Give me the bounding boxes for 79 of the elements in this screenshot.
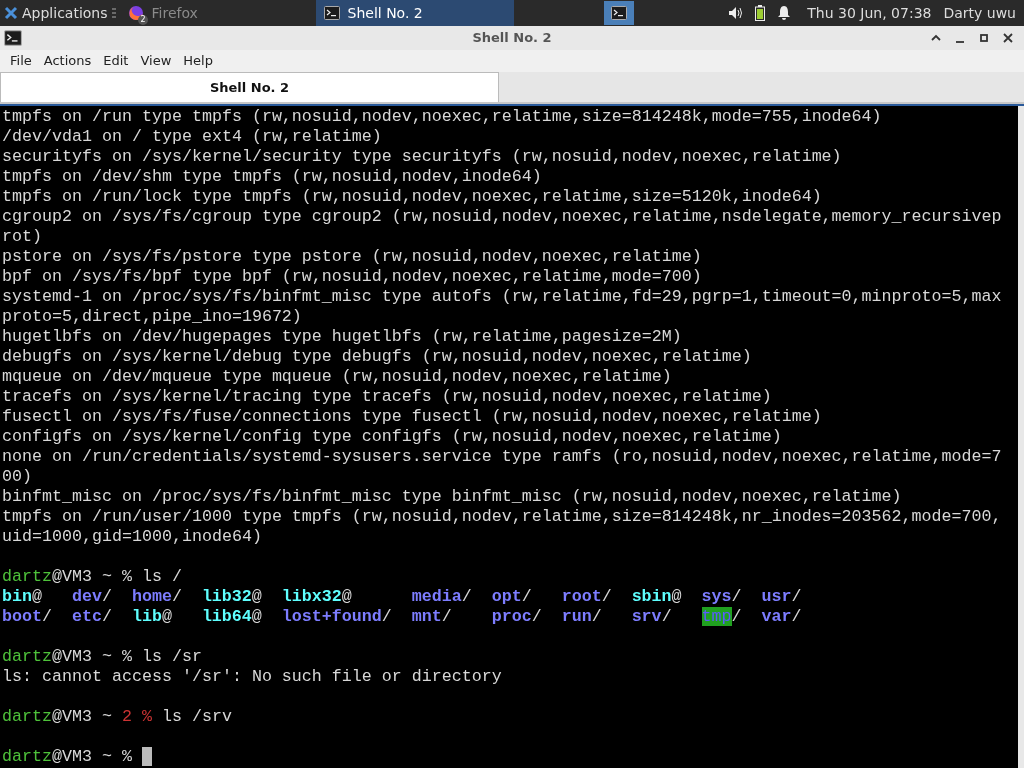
shell-prompt: dartz@VM3 ~ 2 % (2, 707, 152, 727)
menu-icon (111, 8, 116, 18)
output-line: fusectl on /sys/fs/fuse/connections type fusectl (rw,nosuid,nodev,noexec,relatime) (2, 407, 823, 427)
file-entry: var/ (761, 607, 802, 626)
output-line: securityfs on /sys/kernel/security type securityfs (rw,nosuid,nodev,noexec,relatime) (2, 147, 843, 167)
menu-item[interactable]: Edit (97, 51, 135, 71)
shade-icon[interactable] (931, 33, 941, 43)
command-text: ls / (141, 567, 182, 587)
output-line: systemd-1 on /proc/sys/fs/binfmt_misc type autofs (rw,relatime,fd=29,pgrp=1,timeout=0,minproto=5,max (2, 287, 1003, 307)
file-entry: lib32@ (201, 587, 262, 606)
menu-item[interactable]: Help (177, 51, 219, 71)
file-entry: lib64@ (201, 607, 262, 626)
output-line: tmpfs on /run/lock type tmpfs (rw,nosuid,nodev,noexec,relatime,size=5120k,inode64) (2, 187, 823, 207)
file-entry: tmp/ (701, 607, 742, 626)
terminal-icon (4, 30, 22, 46)
window-title: Shell No. 2 (472, 29, 552, 48)
output-line: /dev/vda1 on / type ext4 (rw,relatime) (2, 127, 383, 147)
menu-item[interactable]: File (4, 51, 38, 71)
output-line: tmpfs on /run type tmpfs (rw,nosuid,nodev,noexec,relatime,size=814248k,mode=755,inode64) (2, 107, 883, 127)
file-entry: srv/ (631, 607, 672, 626)
file-entry: usr/ (761, 587, 802, 606)
user-name[interactable]: Darty uwu (943, 2, 1016, 24)
output-line: pstore on /sys/fs/pstore type pstore (rw,nosuid,nodev,noexec,relatime) (2, 247, 703, 267)
shell-prompt: dartz@VM3 ~ % (2, 567, 132, 587)
tab[interactable]: Shell No. 2 (0, 72, 499, 102)
close-icon[interactable] (1003, 33, 1013, 43)
file-entry: libx32@ (281, 587, 352, 606)
output-line: binfmt_misc on /proc/sys/fs/binfmt_misc type binfmt_misc (rw,nosuid,nodev,noexec,relatime) (2, 487, 903, 507)
output-line: tmpfs on /run/user/1000 type tmpfs (rw,nosuid,nodev,relatime,size=814248k,nr_inodes=203562,mode=700, (2, 507, 1003, 527)
scrollbar[interactable] (1018, 106, 1024, 768)
file-entry: opt/ (491, 587, 532, 606)
menu-item[interactable]: View (134, 51, 178, 71)
file-entry: bin@ (2, 587, 42, 606)
file-entry: boot/ (2, 607, 52, 626)
browser-icon (127, 5, 144, 21)
output-line: configfs on /sys/kernel/config type configfs (rw,nosuid,nodev,noexec,relatime) (2, 427, 783, 447)
shell-prompt: dartz@VM3 ~ % (2, 747, 132, 767)
output-line: uid=1000,gid=1000,inode64) (2, 527, 263, 547)
battery-icon (755, 5, 766, 21)
output-line: none on /run/credentials/systemd-sysusers.service type ramfs (ro,nosuid,nodev,noexec,relatime,mode=7 (2, 447, 1003, 467)
command-text: ls /srv (161, 707, 232, 727)
taskbar-button[interactable]: Shell No. 2 (315, 0, 514, 26)
file-entry: sbin@ (631, 587, 682, 606)
shell-prompt: dartz@VM3 ~ % (2, 647, 132, 667)
output-line: tracefs on /sys/kernel/tracing type tracefs (rw,nosuid,nodev,noexec,relatime) (2, 387, 773, 407)
bell-icon (777, 5, 792, 21)
file-entry: run/ (561, 607, 602, 626)
file-entry: dev/ (71, 587, 112, 606)
file-entry: lib@ (131, 607, 172, 626)
output-line: 00) (2, 467, 33, 487)
applications-menu[interactable]: Applications (0, 0, 120, 26)
file-entry: home/ (131, 587, 182, 606)
workspace-button[interactable] (603, 1, 634, 25)
output-line: rot) (2, 227, 43, 247)
menu-item[interactable]: Actions (37, 51, 98, 71)
output-line: proto=5,direct,pipe_ino=19672) (2, 307, 303, 327)
terminal-icon (323, 6, 340, 20)
output-line: hugetlbfs on /dev/hugepages type hugetlbfs (rw,relatime,pagesize=2M) (2, 327, 683, 347)
output-line: tmpfs on /dev/shm type tmpfs (rw,nosuid,nodev,inode64) (2, 167, 543, 187)
file-entry: root/ (561, 587, 612, 606)
volume-icon (727, 5, 744, 21)
file-entry: sys/ (701, 587, 742, 606)
file-entry: mnt/ (411, 607, 452, 626)
output-line: ls: cannot access '/sr': No such file or directory (2, 667, 503, 687)
output-line: mqueue on /dev/mqueue type mqueue (rw,nosuid,nodev,noexec,relatime) (2, 367, 673, 387)
count-badge: 2 (138, 15, 148, 25)
file-entry: etc/ (71, 607, 112, 626)
terminal-icon (610, 6, 627, 20)
output-line: debugfs on /sys/kernel/debug type debugfs (rw,nosuid,nodev,noexec,relatime) (2, 347, 753, 367)
command-text: ls /sr (141, 647, 202, 667)
taskbar-button[interactable]: 2 Firefox (119, 0, 316, 26)
maximize-icon[interactable] (979, 33, 989, 43)
file-entry: lost+found/ (281, 607, 392, 626)
output-line: cgroup2 on /sys/fs/cgroup type cgroup2 (rw,nosuid,nodev,noexec,relatime,nsdelegate,memory_recursivep (2, 207, 1003, 227)
file-entry: media/ (411, 587, 472, 606)
cross-icon (4, 6, 18, 20)
file-entry: proc/ (491, 607, 542, 626)
output-line: bpf on /sys/fs/bpf type bpf (rw,nosuid,nodev,noexec,relatime,mode=700) (2, 267, 703, 287)
clock-text[interactable]: Thu 30 Jun, 07:38 (807, 2, 932, 24)
